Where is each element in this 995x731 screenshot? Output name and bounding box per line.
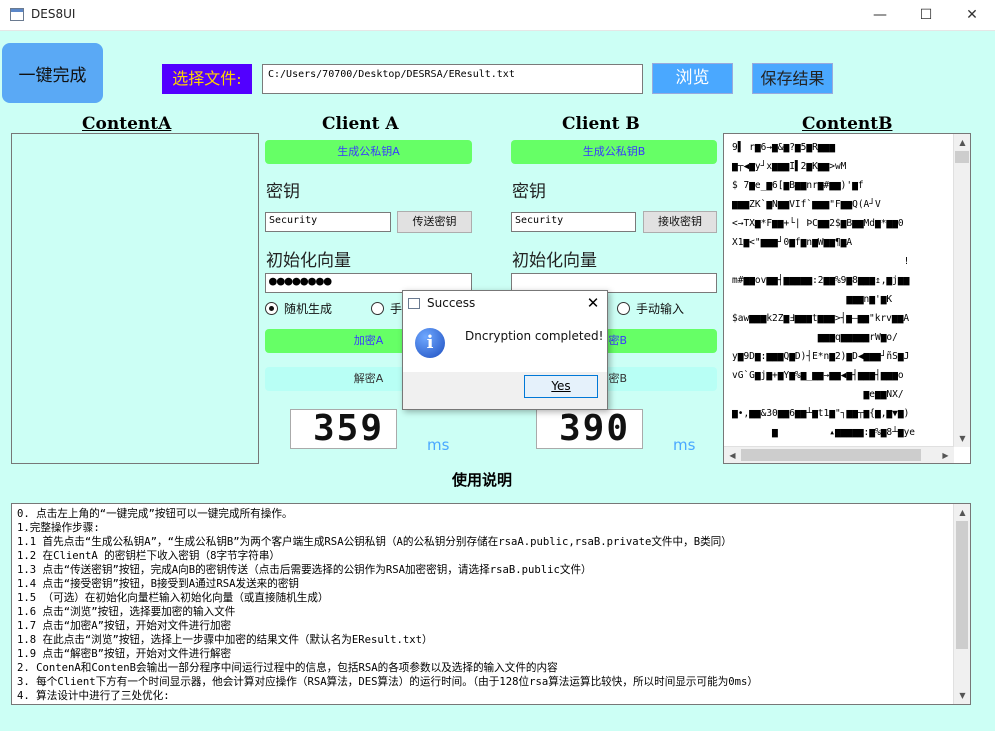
instruction-line: 1.9 点击“解密B”按钮，开始对文件进行解密: [17, 648, 232, 660]
scroll-down-icon[interactable]: ▼: [954, 430, 970, 447]
generate-keypair-a-button[interactable]: 生成公私钥A: [265, 140, 472, 164]
contentB-horizontal-scrollbar[interactable]: ◀ ▶: [724, 446, 954, 463]
radio-unselected-icon: [371, 302, 384, 315]
clientB-key-input[interactable]: Security: [511, 212, 636, 232]
minimize-button[interactable]: —: [857, 0, 903, 31]
radio-unselected-icon: [617, 302, 630, 315]
instruction-line: 1.8 在此点击“浏览”按钮，选择上一步骤中加密的结果文件（默认名为EResul…: [17, 634, 433, 646]
dialog-close-icon[interactable]: ✕: [583, 293, 603, 313]
clientA-time-unit: ms: [427, 436, 450, 454]
file-path-input[interactable]: C:/Users/70700/Desktop/DESRSA/EResult.tx…: [262, 64, 643, 94]
yes-button[interactable]: Yes: [524, 375, 598, 398]
scroll-down-icon[interactable]: ▼: [954, 687, 970, 704]
window-title: DES8UI: [31, 7, 76, 21]
title-bar: DES8UI — ☐ ✕: [0, 0, 995, 31]
dialog-title: Success: [427, 296, 476, 310]
browse-button[interactable]: 浏览: [652, 63, 733, 94]
close-button[interactable]: ✕: [949, 0, 995, 31]
dialog-app-icon: [408, 298, 420, 309]
dialog-message: Dncryption completed!: [465, 329, 604, 343]
contentB-vertical-scrollbar[interactable]: ▲ ▼: [953, 134, 970, 447]
radio-manual-label: 手动输入: [636, 302, 685, 316]
instruction-line: 2. ContenA和ContenB会输出一部分程序中间运行过程中的信息，包括R…: [17, 662, 558, 674]
info-icon: i: [415, 328, 445, 358]
instruction-line: 1.6 点击“浏览”按钮，选择要加密的输入文件: [17, 606, 236, 618]
save-result-button[interactable]: 保存结果: [752, 63, 833, 94]
instruction-line: 1.5 （可选）在初始化向量栏输入初始化向量（或直接随机生成）: [17, 592, 329, 604]
clientB-time-display: 390: [536, 409, 643, 449]
instruction-line: 1.3 点击“传送密钥”按钮，完成A向B的密钥传送（点击后需要选择的公钥作为RS…: [17, 564, 592, 576]
instruction-line: 1.4 点击“接受密钥”按钮，B接受到A通过RSA发送来的密钥: [17, 578, 300, 590]
clientB-iv-label: 初始化向量: [512, 251, 597, 271]
scroll-thumb[interactable]: [955, 151, 969, 163]
instruction-line: 1.1 首先点击“生成公私钥A”，“生成公私钥B”为两个客户端生成RSA公钥私钥…: [17, 536, 732, 548]
generate-keypair-b-button[interactable]: 生成公私钥B: [511, 140, 717, 164]
contentA-textbox[interactable]: [11, 133, 259, 464]
clientB-key-label: 密钥: [512, 182, 546, 202]
clientA-key-input[interactable]: Security: [265, 212, 391, 232]
scroll-thumb[interactable]: [956, 521, 968, 649]
radio-selected-icon: [265, 302, 278, 315]
clientB-radio-manual[interactable]: 手动输入: [617, 300, 684, 317]
clientB-header: Client B: [562, 114, 640, 134]
usage-title: 使用说明: [452, 471, 513, 489]
scroll-left-icon[interactable]: ◀: [724, 447, 741, 463]
radio-random-label: 随机生成: [284, 302, 333, 316]
app-icon: [10, 8, 24, 21]
radio-manual-label: 手: [390, 302, 403, 316]
dialog-title-bar: Success ✕: [403, 291, 607, 316]
instruction-line: 4. 算法设计中进行了三处优化:: [17, 690, 170, 702]
instruction-line: 1.2 在ClientA 的密钥栏下收入密钥（8字节字符串）: [17, 550, 281, 562]
send-key-button[interactable]: 传送密钥: [397, 211, 472, 233]
maximize-button[interactable]: ☐: [903, 0, 949, 31]
one-key-complete-button[interactable]: 一键完成: [2, 43, 103, 103]
dialog-body: i Dncryption completed!: [403, 316, 607, 372]
scroll-right-icon[interactable]: ▶: [937, 447, 954, 463]
clientA-radio-random[interactable]: 随机生成: [265, 300, 332, 317]
instruction-line: 1.7 点击“加密A”按钮，开始对文件进行加密: [17, 620, 232, 632]
receive-key-button[interactable]: 接收密钥: [643, 211, 717, 233]
instruction-line: 1.完整操作步骤:: [17, 522, 100, 534]
scroll-up-icon[interactable]: ▲: [954, 504, 970, 521]
scroll-up-icon[interactable]: ▲: [954, 134, 970, 151]
instructions-textbox[interactable]: 0. 点击左上角的“一键完成”按钮可以一键完成所有操作。 1.完整操作步骤: 1.1…: [11, 503, 971, 705]
success-dialog: Success ✕ i Dncryption completed! Yes: [402, 290, 608, 410]
instruction-line: 3. 每个Client下方有一个时间显示器，他会计算对应操作（RSA算法，DES…: [17, 676, 759, 688]
clientA-time-display: 359: [290, 409, 397, 449]
clientA-radio-manual[interactable]: 手: [371, 300, 402, 317]
scroll-thumb[interactable]: [741, 449, 921, 461]
contentB-header: ContentB: [802, 114, 893, 134]
clientB-time-unit: ms: [673, 436, 696, 454]
clientA-header: Client A: [322, 114, 399, 134]
instructions-scrollbar[interactable]: ▲ ▼: [953, 504, 970, 704]
clientA-key-label: 密钥: [266, 182, 300, 202]
instructions-text: 0. 点击左上角的“一键完成”按钮可以一键完成所有操作。 1.完整操作步骤: 1.1…: [17, 507, 952, 703]
select-file-label: 选择文件:: [162, 64, 252, 94]
instruction-line: 0. 点击左上角的“一键完成”按钮可以一键完成所有操作。: [17, 508, 293, 520]
contentB-textbox[interactable]: 9▌ r▆6→▆&▆?▆5▆R▆▆▆ ▆┬◀▆y┘x▆▆▆I▌2▆K▆▆>wM …: [723, 133, 971, 464]
clientA-iv-label: 初始化向量: [266, 251, 351, 271]
contentB-text: 9▌ r▆6→▆&▆?▆5▆R▆▆▆ ▆┬◀▆y┘x▆▆▆I▌2▆K▆▆>wM …: [732, 142, 916, 438]
contentA-header: ContentA: [82, 114, 172, 134]
